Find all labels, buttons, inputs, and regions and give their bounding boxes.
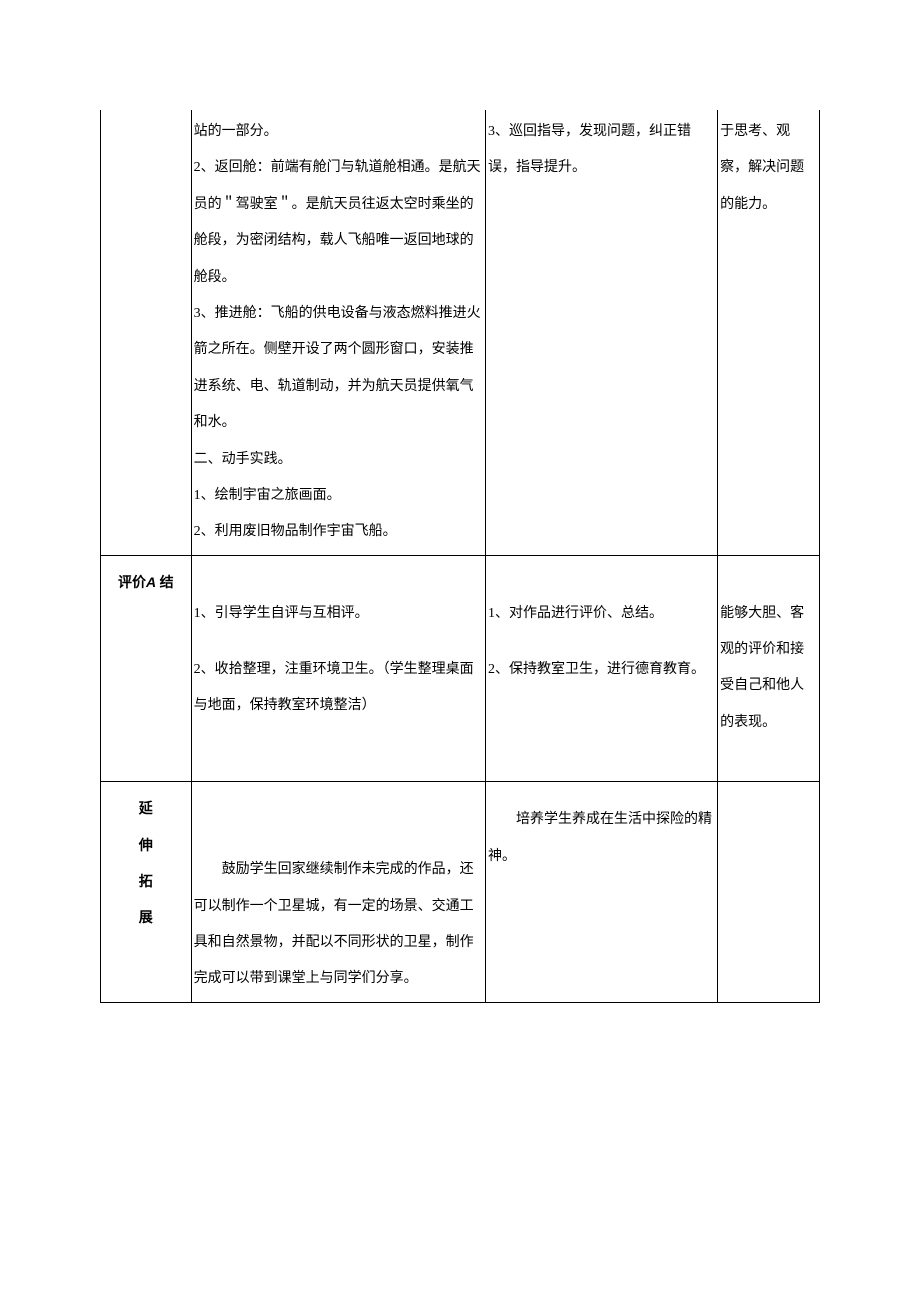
content-cell: 于思考、观察，解决问题的能力。	[718, 110, 820, 555]
row-label-cell: 评价A 结	[101, 555, 192, 782]
table-row: 站的一部分。 2、返回舱：前端有舱门与轨道舱相通。是航天员的＂驾驶室＂。是航天员…	[101, 110, 820, 555]
content-cell: 1、对作品进行评价、总结。 2、保持教室卫生，进行德育教育。	[485, 555, 717, 782]
text-line: 培养学生养成在生活中探险的精神。	[488, 802, 715, 875]
label-char: 展	[139, 901, 153, 937]
text-line: 1、引导学生自评与互相评。	[194, 596, 483, 632]
text-line: 1、对作品进行评价、总结。	[488, 596, 715, 632]
text-line: 于思考、观察，解决问题的能力。	[720, 114, 817, 223]
content-cell: 鼓励学生回家继续制作未完成的作品，还可以制作一个卫星城，有一定的场景、交通工具和…	[191, 782, 485, 1003]
text-line: 3、推进舱：飞船的供电设备与液态燃料推进火箭之所在。侧壁开设了两个圆形窗口，安装…	[194, 296, 483, 442]
row-label-cell	[101, 110, 192, 555]
row-label-cell: 延 伸 拓 展	[101, 782, 192, 1003]
text-line: 3、巡回指导，发现问题，纠正错误，指导提升。	[488, 114, 715, 187]
text-line: 鼓励学生回家继续制作未完成的作品，还可以制作一个卫星城，有一定的场景、交通工具和…	[194, 852, 483, 998]
label-char: 拓	[139, 865, 153, 901]
text-line: 能够大胆、客观的评价和接受自己和他人的表现。	[720, 596, 817, 742]
text-line: 2、收拾整理，注重环境卫生。（学生整理桌面与地面，保持教室环境整洁）	[194, 652, 483, 725]
content-cell: 能够大胆、客观的评价和接受自己和他人的表现。	[718, 555, 820, 782]
table-row: 评价A 结 1、引导学生自评与互相评。 2、收拾整理，注重环境卫生。（学生整理桌…	[101, 555, 820, 782]
label-text: 评价	[118, 576, 146, 591]
content-cell	[718, 782, 820, 1003]
text-line: 二、动手实践。	[194, 442, 483, 478]
text-line: 2、保持教室卫生，进行德育教育。	[488, 652, 715, 688]
text-line: 2、返回舱：前端有舱门与轨道舱相通。是航天员的＂驾驶室＂。是航天员往返太空时乘坐…	[194, 150, 483, 296]
text-line: 站的一部分。	[194, 114, 483, 150]
label-a: A	[146, 574, 156, 590]
vertical-label: 延 伸 拓 展	[103, 786, 189, 938]
table-row: 延 伸 拓 展 鼓励学生回家继续制作未完成的作品，还可以制作一个卫星城，有一定的…	[101, 782, 820, 1003]
content-cell: 3、巡回指导，发现问题，纠正错误，指导提升。	[485, 110, 717, 555]
label-char: 伸	[139, 829, 153, 865]
content-cell: 站的一部分。 2、返回舱：前端有舱门与轨道舱相通。是航天员的＂驾驶室＂。是航天员…	[191, 110, 485, 555]
lesson-plan-table: 站的一部分。 2、返回舱：前端有舱门与轨道舱相通。是航天员的＂驾驶室＂。是航天员…	[100, 110, 820, 1003]
content-cell: 培养学生养成在生活中探险的精神。	[485, 782, 717, 1003]
label-text: 结	[156, 576, 174, 591]
text-line: 1、绘制宇宙之旅画面。	[194, 478, 483, 514]
content-cell: 1、引导学生自评与互相评。 2、收拾整理，注重环境卫生。（学生整理桌面与地面，保…	[191, 555, 485, 782]
label-char: 延	[139, 792, 153, 828]
text-line: 2、利用废旧物品制作宇宙飞船。	[194, 514, 483, 550]
